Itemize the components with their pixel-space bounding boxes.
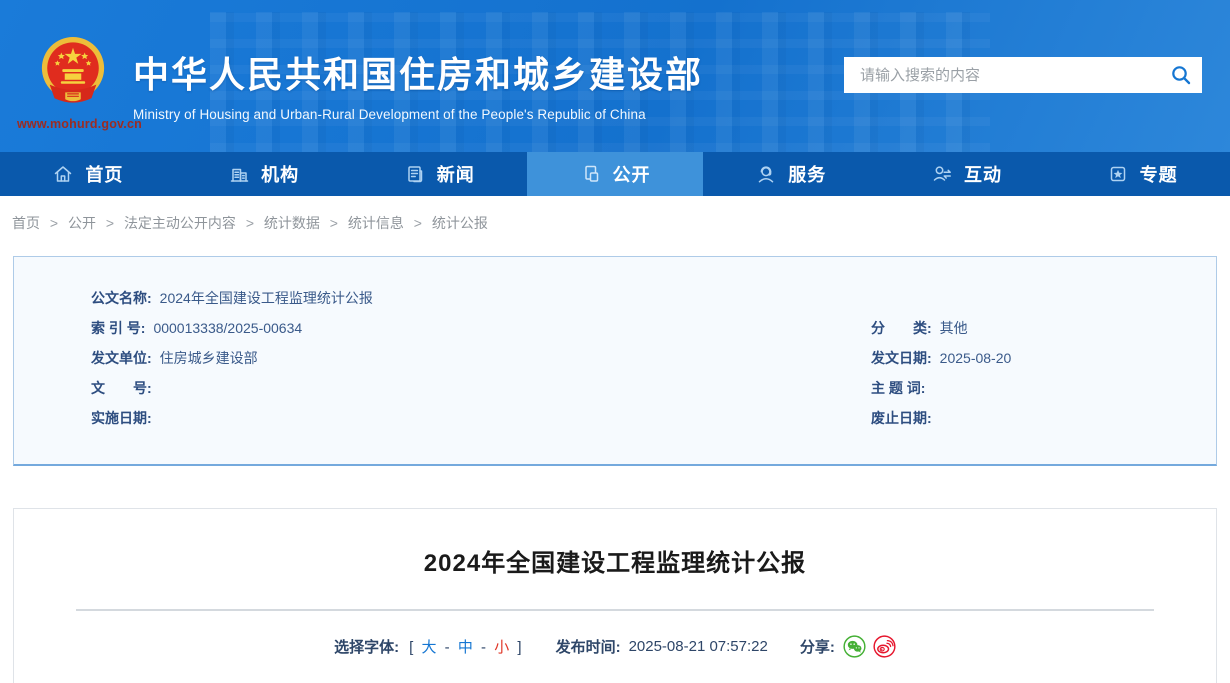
- effective-date-label: 实施日期:: [91, 410, 152, 426]
- publish-time-group: 发布时间: 2025-08-21 07:57:22: [556, 636, 768, 657]
- meta-row-document-name: 公文名称: 2024年全国建设工程监理统计公报: [91, 283, 1216, 313]
- site-url: www.mohurd.gov.cn: [17, 117, 142, 131]
- nav-item-label: 新闻: [436, 165, 475, 185]
- breadcrumb-statistics-bulletin: 统计公报: [431, 215, 488, 231]
- font-size-medium-button[interactable]: 中: [458, 639, 473, 656]
- breadcrumb-statistics-data[interactable]: 统计数据: [264, 215, 320, 231]
- bracket-open: [: [409, 639, 414, 656]
- breadcrumb-separator: >: [245, 215, 255, 231]
- magnifier-icon: [1172, 66, 1191, 85]
- organization-icon: [230, 168, 249, 182]
- index-number-value: 000013338/2025-00634: [153, 320, 303, 336]
- nav-item-label: 互动: [963, 165, 1002, 185]
- article-meta-row: 选择字体: [ 大 - 中 - 小 ] 发布时间: 2025-08-21 07:…: [14, 635, 1216, 658]
- breadcrumb-separator: >: [329, 215, 338, 231]
- article-title: 2024年全国建设工程监理统计公报: [423, 550, 807, 577]
- search-button[interactable]: [1170, 64, 1192, 86]
- document-name-value: 2024年全国建设工程监理统计公报: [159, 290, 373, 306]
- disclosure-icon: [584, 165, 598, 182]
- document-number-label: 文 号:: [91, 380, 152, 396]
- document-name-label: 公文名称:: [91, 290, 152, 306]
- category-value: 其他: [939, 320, 968, 336]
- share-group: 分享:: [800, 635, 896, 658]
- font-sizer: [ 大 - 中 - 小 ]: [407, 636, 523, 657]
- dash: -: [444, 639, 450, 656]
- topics-icon: [1110, 166, 1125, 182]
- nav-item-service[interactable]: 服务: [703, 152, 879, 196]
- font-size-large-button[interactable]: 大: [421, 639, 436, 656]
- nav-item-news[interactable]: 新闻: [351, 152, 527, 196]
- news-icon: [408, 166, 423, 183]
- issue-date-label: 发文日期:: [871, 350, 932, 366]
- nav-item-label: 机构: [261, 165, 300, 185]
- breadcrumb-separator: >: [413, 215, 422, 231]
- font-size-small-button[interactable]: 小: [494, 639, 509, 656]
- nav-item-organization[interactable]: 机构: [176, 152, 352, 196]
- dash: -: [481, 639, 487, 656]
- repeal-date-label: 废止日期:: [871, 410, 932, 426]
- nav-item-label: 专题: [1139, 165, 1178, 185]
- nav-item-interaction[interactable]: 互动: [879, 152, 1055, 196]
- site-title-block: 中华人民共和国住房和城乡建设部 Ministry of Housing and …: [133, 46, 703, 122]
- breadcrumb-statistics-info[interactable]: 统计信息: [348, 215, 404, 231]
- nav-item-label: 首页: [85, 165, 124, 185]
- main-nav: 首页 机构 新闻 公开 服务 互动 专题: [0, 152, 1230, 196]
- meta-row: 实施日期: 废止日期:: [91, 403, 1216, 433]
- search-input[interactable]: [844, 57, 1202, 93]
- meta-row: 索 引 号: 000013338/2025-00634 分 类: 其他: [91, 313, 1216, 343]
- breadcrumb-statutory-disclosure[interactable]: 法定主动公开内容: [124, 215, 236, 231]
- weibo-icon[interactable]: [873, 635, 896, 658]
- site-header: www.mohurd.gov.cn 中华人民共和国住房和城乡建设部 Minist…: [0, 0, 1230, 152]
- interaction-icon: [933, 166, 951, 181]
- document-meta-box: 公文名称: 2024年全国建设工程监理统计公报 索 引 号: 000013338…: [13, 256, 1217, 466]
- meta-row: 发文单位: 住房城乡建设部 发文日期: 2025-08-20: [91, 343, 1216, 373]
- article-container: 2024年全国建设工程监理统计公报 选择字体: [ 大 - 中 - 小 ] 发布…: [13, 508, 1217, 683]
- category-label: 分 类:: [871, 320, 932, 336]
- nav-item-disclosure[interactable]: 公开: [527, 152, 703, 196]
- font-select-label: 选择字体:: [334, 639, 400, 656]
- issuing-unit-value: 住房城乡建设部: [159, 350, 258, 366]
- nav-item-topics[interactable]: 专题: [1054, 152, 1230, 196]
- site-title-chinese: 中华人民共和国住房和城乡建设部: [133, 54, 704, 95]
- wechat-icon[interactable]: [843, 635, 866, 658]
- publish-time-label: 发布时间:: [555, 639, 621, 656]
- breadcrumb-separator: >: [105, 215, 115, 231]
- issue-date-value: 2025-08-20: [939, 350, 1012, 366]
- article-divider: [76, 609, 1154, 611]
- breadcrumb: 首页 > 公开 > 法定主动公开内容 > 统计数据 > 统计信息 > 统计公报: [0, 196, 1230, 233]
- share-label: 分享:: [799, 639, 835, 656]
- index-number-label: 索 引 号:: [91, 320, 146, 336]
- issuing-unit-label: 发文单位:: [91, 350, 152, 366]
- subject-words-label: 主 题 词:: [871, 380, 926, 396]
- search-box: [844, 57, 1202, 93]
- breadcrumb-home[interactable]: 首页: [12, 215, 40, 231]
- nav-item-label: 服务: [788, 165, 827, 185]
- breadcrumb-separator: >: [49, 215, 59, 231]
- font-size-selector: 选择字体: [ 大 - 中 - 小 ]: [334, 636, 523, 657]
- nav-item-home[interactable]: 首页: [0, 152, 176, 196]
- meta-row: 文 号: 主 题 词:: [91, 373, 1216, 403]
- service-icon: [758, 166, 774, 183]
- bracket-close: ]: [517, 639, 522, 656]
- breadcrumb-disclosure[interactable]: 公开: [68, 215, 96, 231]
- nav-item-label: 公开: [612, 165, 651, 185]
- publish-time-value: 2025-08-21 07:57:22: [628, 638, 768, 655]
- china-national-emblem-icon: [41, 37, 105, 103]
- home-icon: [55, 166, 72, 182]
- site-title-english: Ministry of Housing and Urban-Rural Deve…: [133, 107, 646, 122]
